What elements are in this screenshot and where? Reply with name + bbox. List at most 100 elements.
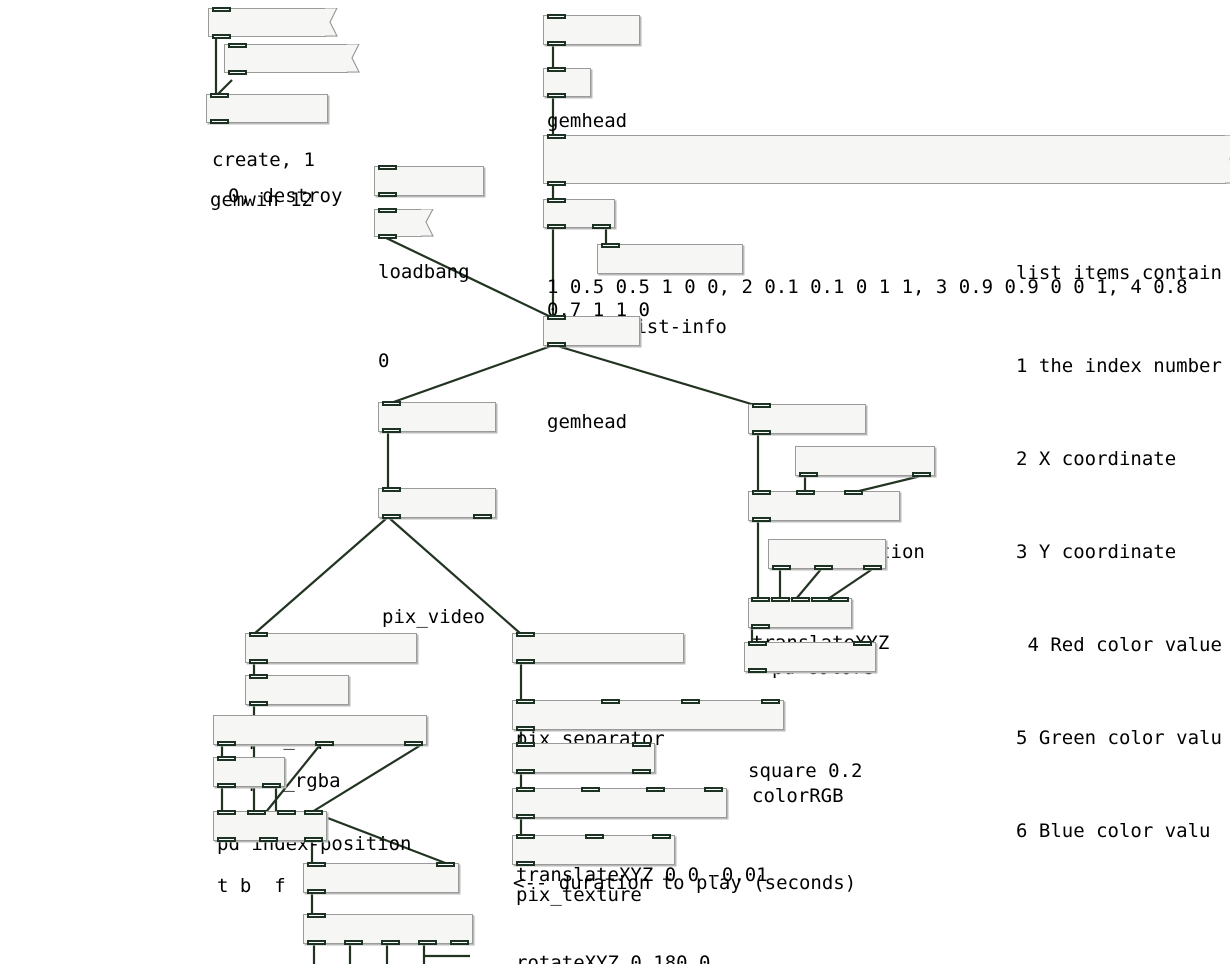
outlet-0[interactable]	[217, 783, 236, 788]
object-pix-video[interactable]: pix_video	[378, 487, 496, 628]
outlet-1[interactable]	[259, 837, 278, 842]
outlet-2[interactable]	[304, 837, 323, 842]
inlet-0[interactable]	[217, 756, 236, 761]
object-pd-colors[interactable]: pd colors	[768, 539, 886, 679]
inlet-0[interactable]	[516, 787, 535, 792]
outlet-0[interactable]	[307, 889, 326, 894]
inlet-2[interactable]	[277, 810, 296, 815]
inlet-0[interactable]	[601, 243, 620, 248]
inlet-0[interactable]	[547, 67, 566, 72]
inlet-0[interactable]	[752, 403, 771, 408]
inlet-2[interactable]	[681, 699, 700, 704]
outlet-0[interactable]	[210, 119, 229, 124]
object-gemwin[interactable]: gemwin 12	[206, 93, 328, 211]
outlet-0[interactable]	[378, 192, 397, 197]
outlet-0[interactable]	[217, 837, 236, 842]
inlet-3[interactable]	[761, 699, 780, 704]
inlet-0[interactable]	[752, 490, 771, 495]
outlet-0[interactable]	[516, 769, 535, 774]
inlet-0[interactable]	[228, 43, 247, 48]
inlet-0[interactable]	[516, 632, 535, 637]
object-pd-index-position[interactable]: pd index-position	[213, 715, 427, 855]
outlet-0[interactable]	[228, 70, 247, 75]
outlet-0[interactable]	[751, 624, 770, 629]
inlet-1[interactable]	[601, 699, 620, 704]
inlet-3[interactable]	[704, 787, 723, 792]
inlet-0[interactable]	[249, 674, 268, 679]
object-route[interactable]: route 1 2 3 4	[303, 913, 473, 945]
outlet-0[interactable]	[772, 565, 791, 570]
inlet-1[interactable]	[771, 597, 790, 602]
inlet-0[interactable]	[382, 487, 401, 492]
inlet-0[interactable]	[382, 401, 401, 406]
object-pix-separator-left[interactable]: pix_separator	[245, 632, 417, 750]
inlet-2[interactable]	[791, 597, 810, 602]
object-colorrgb[interactable]: colorRGB	[748, 597, 852, 807]
outlet-0[interactable]	[516, 814, 535, 819]
inlet-2[interactable]	[844, 490, 863, 495]
outlet-0[interactable]	[547, 93, 566, 98]
outlet-0[interactable]	[307, 940, 326, 945]
inlet-0[interactable]	[307, 913, 326, 918]
inlet-1[interactable]	[436, 862, 455, 867]
outlet-1[interactable]	[912, 472, 931, 477]
inlet-0[interactable]	[378, 165, 397, 170]
inlet-0[interactable]	[547, 134, 566, 139]
outlet-1[interactable]	[315, 741, 334, 746]
outlet-1[interactable]	[473, 514, 492, 519]
outlet-0[interactable]	[378, 234, 397, 239]
inlet-1[interactable]	[853, 641, 872, 646]
inlet-0[interactable]	[547, 315, 566, 320]
inlet-4[interactable]	[830, 597, 849, 602]
object-gemhead-main[interactable]: gemhead	[543, 315, 640, 433]
inlet-0[interactable]	[516, 699, 535, 704]
outlet-0[interactable]	[212, 34, 231, 39]
outlet-0[interactable]	[516, 726, 535, 731]
outlet-1[interactable]	[632, 769, 651, 774]
inlet-1[interactable]	[581, 787, 600, 792]
outlet-0[interactable]	[382, 428, 401, 433]
outlet-0[interactable]	[799, 472, 818, 477]
outlet-0[interactable]	[547, 41, 566, 46]
outlet-0[interactable]	[516, 861, 535, 866]
message-zero[interactable]: 0	[374, 208, 434, 372]
object-square[interactable]: square 0.2	[744, 641, 876, 782]
outlet-3[interactable]	[418, 940, 437, 945]
outlet-0[interactable]	[547, 342, 566, 347]
outlet-0[interactable]	[547, 181, 566, 186]
inlet-1[interactable]	[632, 742, 651, 747]
inlet-0[interactable]	[516, 742, 535, 747]
inlet-1[interactable]	[247, 810, 266, 815]
object-translatexyz-mid[interactable]: translateXYZ 0 0 -0.01	[512, 699, 784, 886]
pd-patch-canvas[interactable]: create, 1 0, destroy gemwin 12 gemhead t…	[0, 0, 1230, 964]
message-destroy[interactable]: 0, destroy	[224, 43, 360, 207]
inlet-2[interactable]	[652, 834, 671, 839]
object-list-prepend[interactable]: list prepend	[303, 862, 459, 894]
inlet-0[interactable]	[547, 14, 566, 19]
outlet-0[interactable]	[382, 514, 401, 519]
object-rectangle[interactable]: rectangle 4 3	[512, 834, 675, 866]
outlet-0[interactable]	[217, 741, 236, 746]
object-loadbang[interactable]: loadbang	[374, 165, 484, 283]
inlet-0[interactable]	[249, 632, 268, 637]
inlet-0[interactable]	[210, 93, 229, 98]
outlet-0[interactable]	[547, 224, 566, 229]
outlet-1[interactable]	[344, 940, 363, 945]
inlet-0[interactable]	[516, 834, 535, 839]
inlet-0[interactable]	[307, 862, 326, 867]
outlet-1[interactable]	[814, 565, 833, 570]
object-pix-rgba[interactable]: pix_rgba	[245, 674, 349, 792]
inlet-1[interactable]	[585, 834, 604, 839]
inlet-0[interactable]	[547, 198, 566, 203]
outlet-0[interactable]	[249, 701, 268, 706]
outlet-0[interactable]	[748, 668, 767, 673]
inlet-2[interactable]	[646, 787, 665, 792]
object-pd-position[interactable]: pd position	[795, 446, 935, 563]
outlet-1[interactable]	[592, 224, 611, 229]
inlet-0[interactable]	[748, 641, 767, 646]
object-t-b[interactable]: t b	[543, 67, 591, 185]
object-t-b-l[interactable]: t b l	[543, 198, 615, 339]
object-translatexyz-right[interactable]: translateXYZ	[748, 490, 900, 654]
inlet-0[interactable]	[217, 810, 236, 815]
object-pix-separator-right[interactable]: pix_separator	[512, 632, 684, 750]
